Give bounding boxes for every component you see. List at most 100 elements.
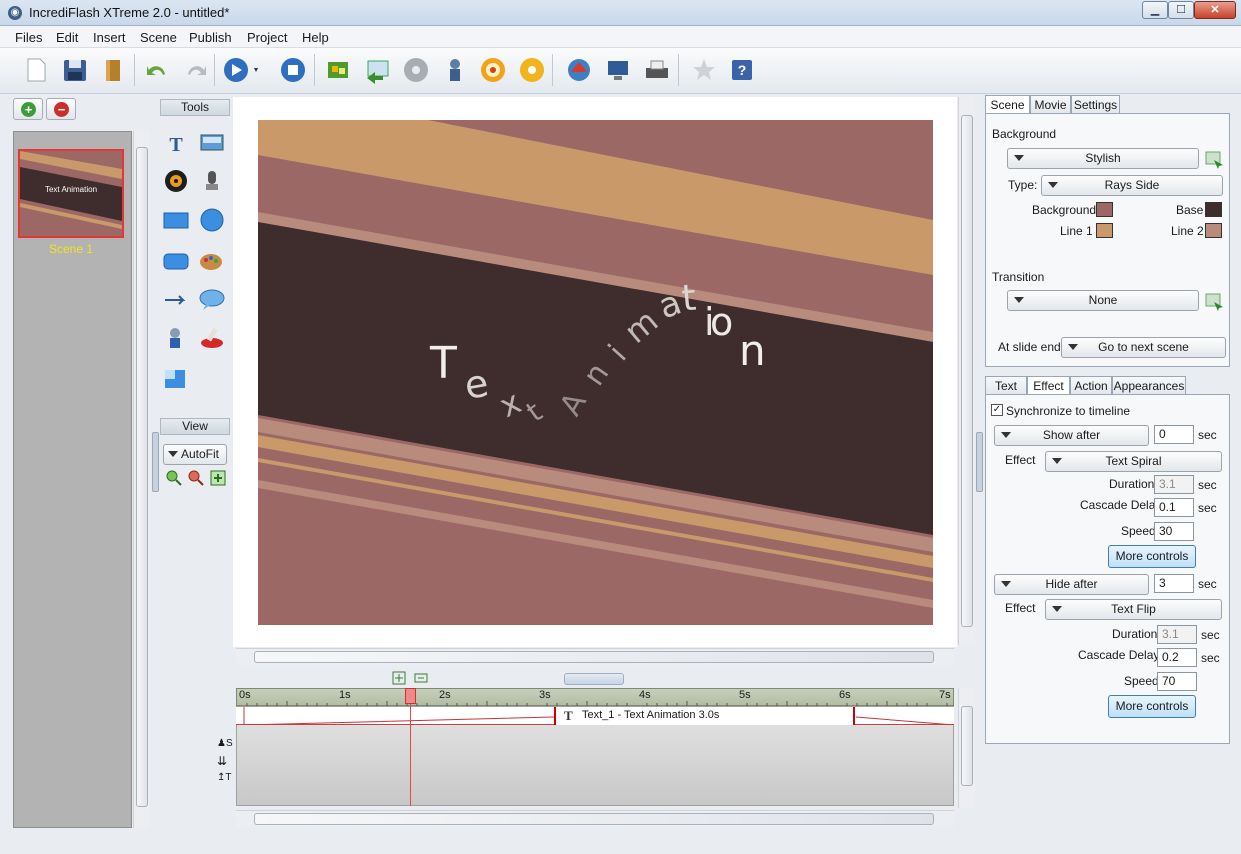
show-after-input[interactable]: 0 xyxy=(1154,425,1194,444)
ellipse-tool-icon[interactable] xyxy=(199,207,225,233)
undo-icon[interactable] xyxy=(143,56,171,84)
tab-appearances[interactable]: Appearances xyxy=(1112,376,1186,396)
hide-cascade-unit: sec xyxy=(1201,651,1220,665)
hide-after-input[interactable]: 3 xyxy=(1154,574,1194,593)
disc-icon[interactable] xyxy=(518,56,546,84)
menu-project[interactable]: Project xyxy=(247,30,287,45)
tab-settings[interactable]: Settings xyxy=(1071,95,1120,115)
autofit-dropdown[interactable]: AutoFit xyxy=(163,444,227,465)
line2-color-swatch[interactable] xyxy=(1205,223,1222,238)
arrow-tool-icon[interactable] xyxy=(163,287,189,313)
show-cascade-input[interactable]: 0.1 xyxy=(1154,498,1194,517)
scene-label[interactable]: Scene 1 xyxy=(18,242,124,256)
stop-icon[interactable] xyxy=(279,56,307,84)
redo-icon[interactable] xyxy=(182,56,210,84)
screen-icon[interactable] xyxy=(604,56,632,84)
track-sound-icon[interactable]: ♟S xyxy=(217,738,233,749)
rounded-rect-tool-icon[interactable] xyxy=(163,248,189,274)
hide-after-dropdown[interactable]: Hide after xyxy=(994,574,1149,595)
remove-scene-button[interactable]: − xyxy=(46,98,76,120)
help-icon[interactable]: ? xyxy=(728,56,756,84)
right-splitter-handle[interactable] xyxy=(976,432,983,492)
fit-view-icon[interactable] xyxy=(210,470,226,486)
zoom-out-icon[interactable] xyxy=(188,470,204,486)
tab-action[interactable]: Action xyxy=(1070,376,1112,396)
background-picker-icon[interactable] xyxy=(1205,151,1225,169)
open-icon[interactable] xyxy=(100,56,128,84)
timeline-horizontal-scrollbar[interactable] xyxy=(236,810,954,827)
left-splitter-handle[interactable] xyxy=(152,432,159,492)
timeline-vertical-scrollbar[interactable] xyxy=(958,688,975,808)
callout-tool-icon[interactable] xyxy=(199,287,225,313)
new-icon[interactable] xyxy=(22,56,50,84)
import-icon[interactable] xyxy=(324,56,352,84)
maximize-button[interactable]: ☐ xyxy=(1168,1,1194,19)
title-bar: ◉ IncrediFlash XTreme 2.0 - untitled* ▁ … xyxy=(0,0,1241,26)
wizard-icon[interactable] xyxy=(441,56,469,84)
export-icon[interactable] xyxy=(363,56,391,84)
zoom-in-icon[interactable] xyxy=(166,470,182,486)
menu-scene[interactable]: Scene xyxy=(140,30,177,45)
menu-help[interactable]: Help xyxy=(302,30,329,45)
add-scene-button[interactable]: + xyxy=(13,98,43,120)
scene-list-scrollbar[interactable] xyxy=(133,131,150,828)
timeline-snap-icon[interactable] xyxy=(414,671,428,685)
paint-tool-icon[interactable] xyxy=(199,248,225,274)
minimize-button[interactable]: ▁ xyxy=(1142,1,1168,19)
close-button[interactable]: ✕ xyxy=(1194,1,1236,19)
hide-duration-input[interactable]: 3.1 xyxy=(1157,625,1197,644)
text-tool-icon[interactable]: T xyxy=(163,130,189,156)
character-tool-icon[interactable] xyxy=(163,325,189,351)
stage[interactable]: T e x t A n i m a t i o n xyxy=(258,120,933,625)
background-style-dropdown[interactable]: Stylish xyxy=(1007,148,1199,169)
svg-text:T: T xyxy=(429,338,457,389)
favorite-icon[interactable] xyxy=(690,56,718,84)
sound-tool-icon[interactable] xyxy=(163,168,189,194)
transition-picker-icon[interactable] xyxy=(1205,293,1225,311)
sync-checkbox[interactable]: ✓ xyxy=(991,404,1003,416)
menu-files[interactable]: Files xyxy=(15,30,42,45)
tab-text[interactable]: Text xyxy=(985,376,1027,396)
cd-icon[interactable] xyxy=(402,56,430,84)
transition-dropdown[interactable]: None xyxy=(1007,290,1199,311)
hide-speed-input[interactable]: 70 xyxy=(1157,672,1197,691)
timeline-collapse-button[interactable] xyxy=(564,673,624,685)
save-icon[interactable] xyxy=(61,56,89,84)
type-dropdown[interactable]: Rays Side xyxy=(1041,175,1223,196)
track-down-icon[interactable]: ⇊ xyxy=(217,754,227,768)
show-duration-unit: sec xyxy=(1198,478,1217,492)
microphone-tool-icon[interactable] xyxy=(199,168,225,194)
tab-movie[interactable]: Movie xyxy=(1030,95,1071,115)
background-color-swatch[interactable] xyxy=(1096,202,1113,217)
show-after-dropdown[interactable]: Show after xyxy=(994,425,1149,446)
eraser-tool-icon[interactable] xyxy=(199,325,225,351)
timeline-align-icon[interactable] xyxy=(392,671,406,685)
menu-edit[interactable]: Edit xyxy=(56,30,78,45)
hide-cascade-input[interactable]: 0.2 xyxy=(1157,648,1197,667)
menu-insert[interactable]: Insert xyxy=(93,30,126,45)
timeline-ruler[interactable]: 0s 1s 2s 3s 4s 5s 6s 7s xyxy=(236,688,954,707)
image-tool-icon[interactable] xyxy=(199,130,225,156)
scene-thumbnail[interactable]: Text Animation xyxy=(18,149,124,238)
canvas-horizontal-scrollbar[interactable] xyxy=(236,648,954,665)
track-text-icon[interactable]: ↥T xyxy=(217,772,232,783)
flash-icon[interactable] xyxy=(479,56,507,84)
hide-more-controls-button[interactable]: More controls xyxy=(1108,695,1196,718)
rectangle-tool-icon[interactable] xyxy=(163,207,189,233)
print-icon[interactable] xyxy=(643,56,671,84)
playhead-handle[interactable] xyxy=(405,688,416,704)
hide-effect-dropdown[interactable]: Text Flip xyxy=(1045,599,1222,620)
play-icon[interactable] xyxy=(222,56,262,84)
canvas-vertical-scrollbar[interactable] xyxy=(958,97,975,645)
base-color-swatch[interactable] xyxy=(1205,202,1222,217)
line1-color-swatch[interactable] xyxy=(1096,223,1113,238)
timeline-clip[interactable]: T Text_1 - Text Animation 3.0s xyxy=(554,707,855,725)
group-tool-icon[interactable] xyxy=(163,366,189,392)
show-duration-input[interactable]: 3.1 xyxy=(1154,475,1194,494)
show-effect-dropdown[interactable]: Text Spiral xyxy=(1045,451,1222,472)
show-speed-input[interactable]: 30 xyxy=(1154,522,1194,541)
slide-end-dropdown[interactable]: Go to next scene xyxy=(1061,337,1226,358)
menu-publish[interactable]: Publish xyxy=(189,30,232,45)
web-icon[interactable] xyxy=(565,56,593,84)
show-more-controls-button[interactable]: More controls xyxy=(1108,545,1196,568)
